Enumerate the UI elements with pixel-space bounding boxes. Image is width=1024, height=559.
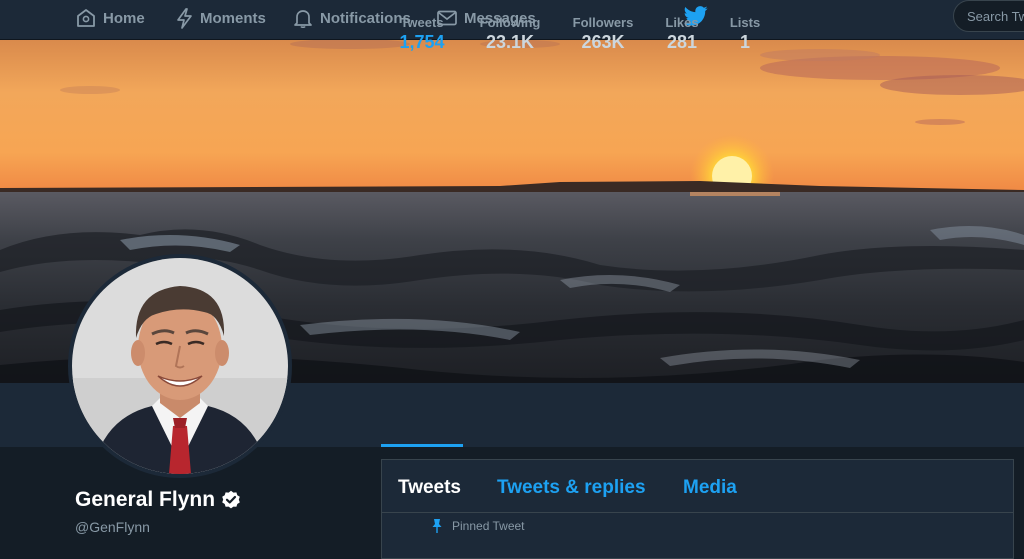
profile-name: General Flynn [75,488,241,512]
stat-likes-value: 281 [666,32,698,52]
stat-lists-value: 1 [739,32,750,52]
pinned-tweet-text: Pinned Tweet [452,519,525,533]
stat-tweets-label: Tweets [400,15,444,30]
profile-avatar[interactable] [68,254,292,478]
timeline-divider [382,512,1013,513]
stat-lists-label: Lists [729,15,761,30]
stat-followers-value: 263K [581,32,625,52]
nav-moments[interactable]: Moments [176,0,266,36]
profile-handle[interactable]: @GenFlynn [75,519,150,535]
tab-tweets-and-replies[interactable]: Tweets & replies [497,477,646,499]
stat-following-label: Following [479,15,541,30]
nav-moments-label: Moments [200,9,266,27]
profile-name-text: General Flynn [75,488,216,511]
nav-home[interactable]: Home [76,0,145,36]
tab-media[interactable]: Media [683,477,737,499]
stat-following-value: 23.1K [485,32,535,52]
stat-likes[interactable]: Likes 281 [662,15,702,53]
timeline-panel: Tweets Tweets & replies Media Pinned Twe… [381,459,1014,559]
bell-icon [294,10,312,28]
verified-badge-icon [222,490,240,509]
tab-tweets[interactable]: Tweets [398,477,461,499]
stat-tweets[interactable]: Tweets 1,754 [393,15,451,53]
active-stat-underline [381,444,463,447]
stat-following[interactable]: Following 23.1K [477,15,543,53]
stat-tweets-value: 1,754 [399,32,445,52]
search-input[interactable] [953,0,1024,32]
home-icon [77,9,95,27]
pin-icon [432,519,442,533]
avatar-photo [72,258,288,474]
stat-followers[interactable]: Followers 263K [570,15,636,53]
lightning-icon [177,7,192,29]
nav-home-label: Home [103,9,145,27]
stat-followers-label: Followers [572,15,634,30]
stat-lists[interactable]: Lists 1 [727,15,763,53]
stat-likes-label: Likes [665,15,699,30]
pinned-tweet-label: Pinned Tweet [432,519,525,533]
